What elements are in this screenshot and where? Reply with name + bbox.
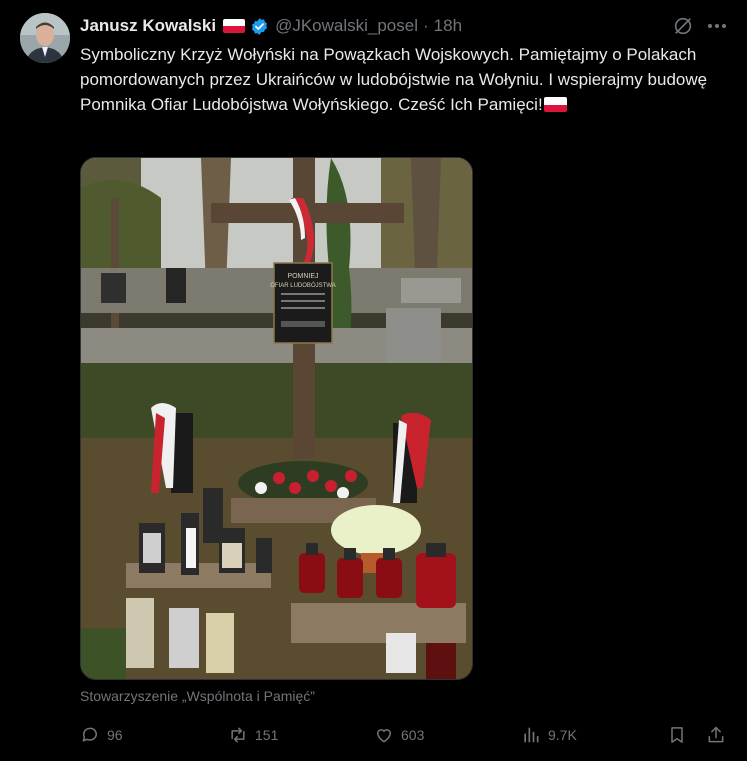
cemetery-cross-photo: POMNIEJ OFIAR LUDOBÓJSTWA <box>81 158 472 679</box>
repost-button[interactable]: 151 <box>228 722 278 748</box>
plaque-line-2: OFIAR LUDOBÓJSTWA <box>270 282 335 289</box>
like-count: 603 <box>401 727 425 743</box>
repost-icon <box>231 727 245 743</box>
post-actions: 96 151 603 9.7K <box>80 722 728 748</box>
author-handle[interactable]: @JKowalski_posel <box>275 16 418 36</box>
poland-flag-icon <box>543 97 567 112</box>
plaque-line-1: POMNIEJ <box>287 273 318 280</box>
poland-flag-icon <box>223 19 246 33</box>
author-name[interactable]: Janusz Kowalski <box>80 16 216 36</box>
post-text-body: Symboliczny Krzyż Wołyński na Powązkach … <box>80 45 708 114</box>
post-header: Janusz Kowalski @JKowalski_posel · 18h <box>80 14 462 38</box>
separator: · <box>423 16 429 35</box>
more-icon[interactable] <box>705 15 729 37</box>
share-icon <box>708 726 724 743</box>
like-button[interactable]: 603 <box>374 722 424 748</box>
share-button[interactable] <box>706 722 733 748</box>
reply-icon <box>82 727 97 742</box>
post-text: Symboliczny Krzyż Wołyński na Powązkach … <box>80 42 720 117</box>
reply-button[interactable]: 96 <box>80 722 123 748</box>
avatar[interactable] <box>20 13 70 63</box>
views-count: 9.7K <box>548 727 577 743</box>
reply-count: 96 <box>107 727 123 743</box>
views-button[interactable]: 9.7K <box>521 722 577 748</box>
post-image[interactable]: POMNIEJ OFIAR LUDOBÓJSTWA <box>80 157 473 680</box>
grok-icon[interactable] <box>672 15 694 37</box>
views-icon <box>524 727 539 743</box>
like-icon <box>377 729 391 743</box>
post-time[interactable]: 18h <box>434 16 462 36</box>
avatar-photo <box>20 13 70 63</box>
repost-count: 151 <box>255 727 279 743</box>
verified-icon <box>252 17 268 35</box>
media-caption: Stowarzyszenie „Wspólnota i Pamięć” <box>80 688 315 704</box>
bookmark-icon <box>671 727 683 743</box>
bookmark-button[interactable] <box>667 722 694 748</box>
